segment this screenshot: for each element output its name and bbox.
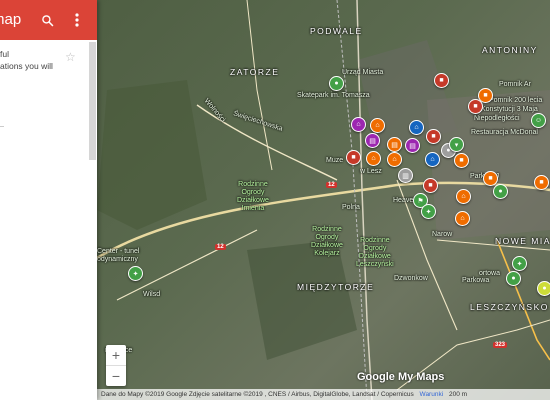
road-number-badge: 323 <box>493 342 508 348</box>
place-label: Restauracja McDonal <box>471 129 538 136</box>
map-pin-icon[interactable]: ⌂ <box>351 117 366 132</box>
scale-label: 200 m <box>448 391 468 398</box>
district-label: LESZCZYŃSKO <box>470 302 549 312</box>
place-label: Narow <box>432 231 453 238</box>
panel-header: map <box>0 0 97 40</box>
map-pin-icon[interactable]: ⌂ <box>425 152 440 167</box>
map-attribution: Dane do Mapy ©2019 Google Zdjęcie sateli… <box>97 389 550 400</box>
map-pin-icon[interactable]: ▾ <box>449 137 464 152</box>
zoom-out-button[interactable]: − <box>106 366 126 386</box>
place-label: ortowa <box>479 270 501 277</box>
map-pin-icon[interactable]: ■ <box>534 175 549 190</box>
place-label: Pomnik 200 lecia <box>489 97 543 104</box>
place-label: Rodzinne Ogrody Działkowe Imienia <box>237 181 269 212</box>
map-pin-icon[interactable]: ▥ <box>398 168 413 183</box>
place-label: Pomnik Ar <box>499 81 531 88</box>
description-line: ations you will <box>0 61 53 71</box>
district-label: ZATORZE <box>230 67 280 77</box>
place-label: Skatepark im. Tomasza <box>297 92 370 99</box>
map-pin-icon[interactable]: ● <box>329 76 344 91</box>
map-pin-icon[interactable]: ● <box>506 271 521 286</box>
scrollbar[interactable] <box>89 42 96 160</box>
zoom-in-button[interactable]: + <box>106 345 126 365</box>
divider <box>0 126 4 127</box>
map-title: map <box>0 11 22 28</box>
place-label: Konstytucji 3 Maja <box>481 106 538 113</box>
district-label: PODWALE <box>310 26 363 36</box>
district-label: ANTONINY <box>482 45 538 55</box>
place-label: Polna <box>342 204 360 211</box>
map-pin-icon[interactable]: ■ <box>483 171 498 186</box>
description-line: ful <box>0 49 9 59</box>
district-label: MIĘDZYTORZE <box>297 282 375 292</box>
map-pin-icon[interactable]: ■ <box>423 178 438 193</box>
map-description: ful ations you will <box>0 48 53 72</box>
map-pin-icon[interactable]: ▤ <box>405 138 420 153</box>
map-pin-icon[interactable]: ■ <box>454 153 469 168</box>
place-label: w Lesz <box>360 168 382 175</box>
terms-link[interactable]: Warunki <box>420 391 444 398</box>
map-pin-icon[interactable]: ✦ <box>512 256 527 271</box>
place-label: Rodzinne Ogrody Działkowe Leszczyński <box>356 237 394 268</box>
map-roads <box>97 0 550 400</box>
map-pin-icon[interactable]: ▤ <box>387 137 402 152</box>
place-label: Niepodległości <box>474 115 520 122</box>
map-pin-icon[interactable]: ⌂ <box>366 151 381 166</box>
map-canvas[interactable]: PODWALE ANTONINY ZATORZE NOWE MIA MIĘDZY… <box>97 0 550 400</box>
map-pin-icon[interactable]: ■ <box>426 129 441 144</box>
place-label: Rodzinne Ogrody Działkowe Kolejarz <box>311 226 343 257</box>
place-label: Urząd Miasta <box>342 69 384 76</box>
map-pin-icon[interactable]: ⌂ <box>409 120 424 135</box>
map-pin-icon[interactable]: ⌂ <box>387 152 402 167</box>
place-label: Dzwonkow <box>394 275 428 282</box>
map-pin-icon[interactable]: ▤ <box>365 133 380 148</box>
map-info-panel: map ful ations you will ☆ <box>0 0 97 400</box>
district-label: NOWE MIA <box>495 236 550 246</box>
google-my-maps-logo: Google My Maps <box>357 371 445 383</box>
more-vert-icon[interactable] <box>68 11 86 29</box>
map-pin-icon[interactable]: ☺ <box>531 113 546 128</box>
map-pin-icon[interactable]: ● <box>493 184 508 199</box>
map-pin-icon[interactable]: ⌂ <box>456 189 471 204</box>
place-label: Wilsd <box>143 291 161 298</box>
star-icon[interactable]: ☆ <box>65 50 76 64</box>
map-pin-icon[interactable]: ✦ <box>128 266 143 281</box>
zoom-control: + − <box>106 345 126 386</box>
map-pin-icon[interactable]: ● <box>537 281 550 296</box>
place-label: Parkowa <box>462 277 490 284</box>
map-pin-icon[interactable]: ■ <box>468 99 483 114</box>
map-pin-icon[interactable]: ✦ <box>421 204 436 219</box>
road-number-badge: 12 <box>215 244 226 250</box>
map-pin-icon[interactable]: ⌂ <box>455 211 470 226</box>
attribution-text: Dane do Mapy ©2019 Google Zdjęcie sateli… <box>101 391 414 398</box>
map-pin-icon[interactable]: ■ <box>346 150 361 165</box>
search-icon[interactable] <box>38 11 56 29</box>
map-pin-icon[interactable]: ⌂ <box>370 118 385 133</box>
place-label: Muze <box>326 157 344 164</box>
map-pin-icon[interactable]: ■ <box>434 73 449 88</box>
place-label: Center - tunel odynamiczny <box>97 248 140 263</box>
road-number-badge: 12 <box>326 182 337 188</box>
